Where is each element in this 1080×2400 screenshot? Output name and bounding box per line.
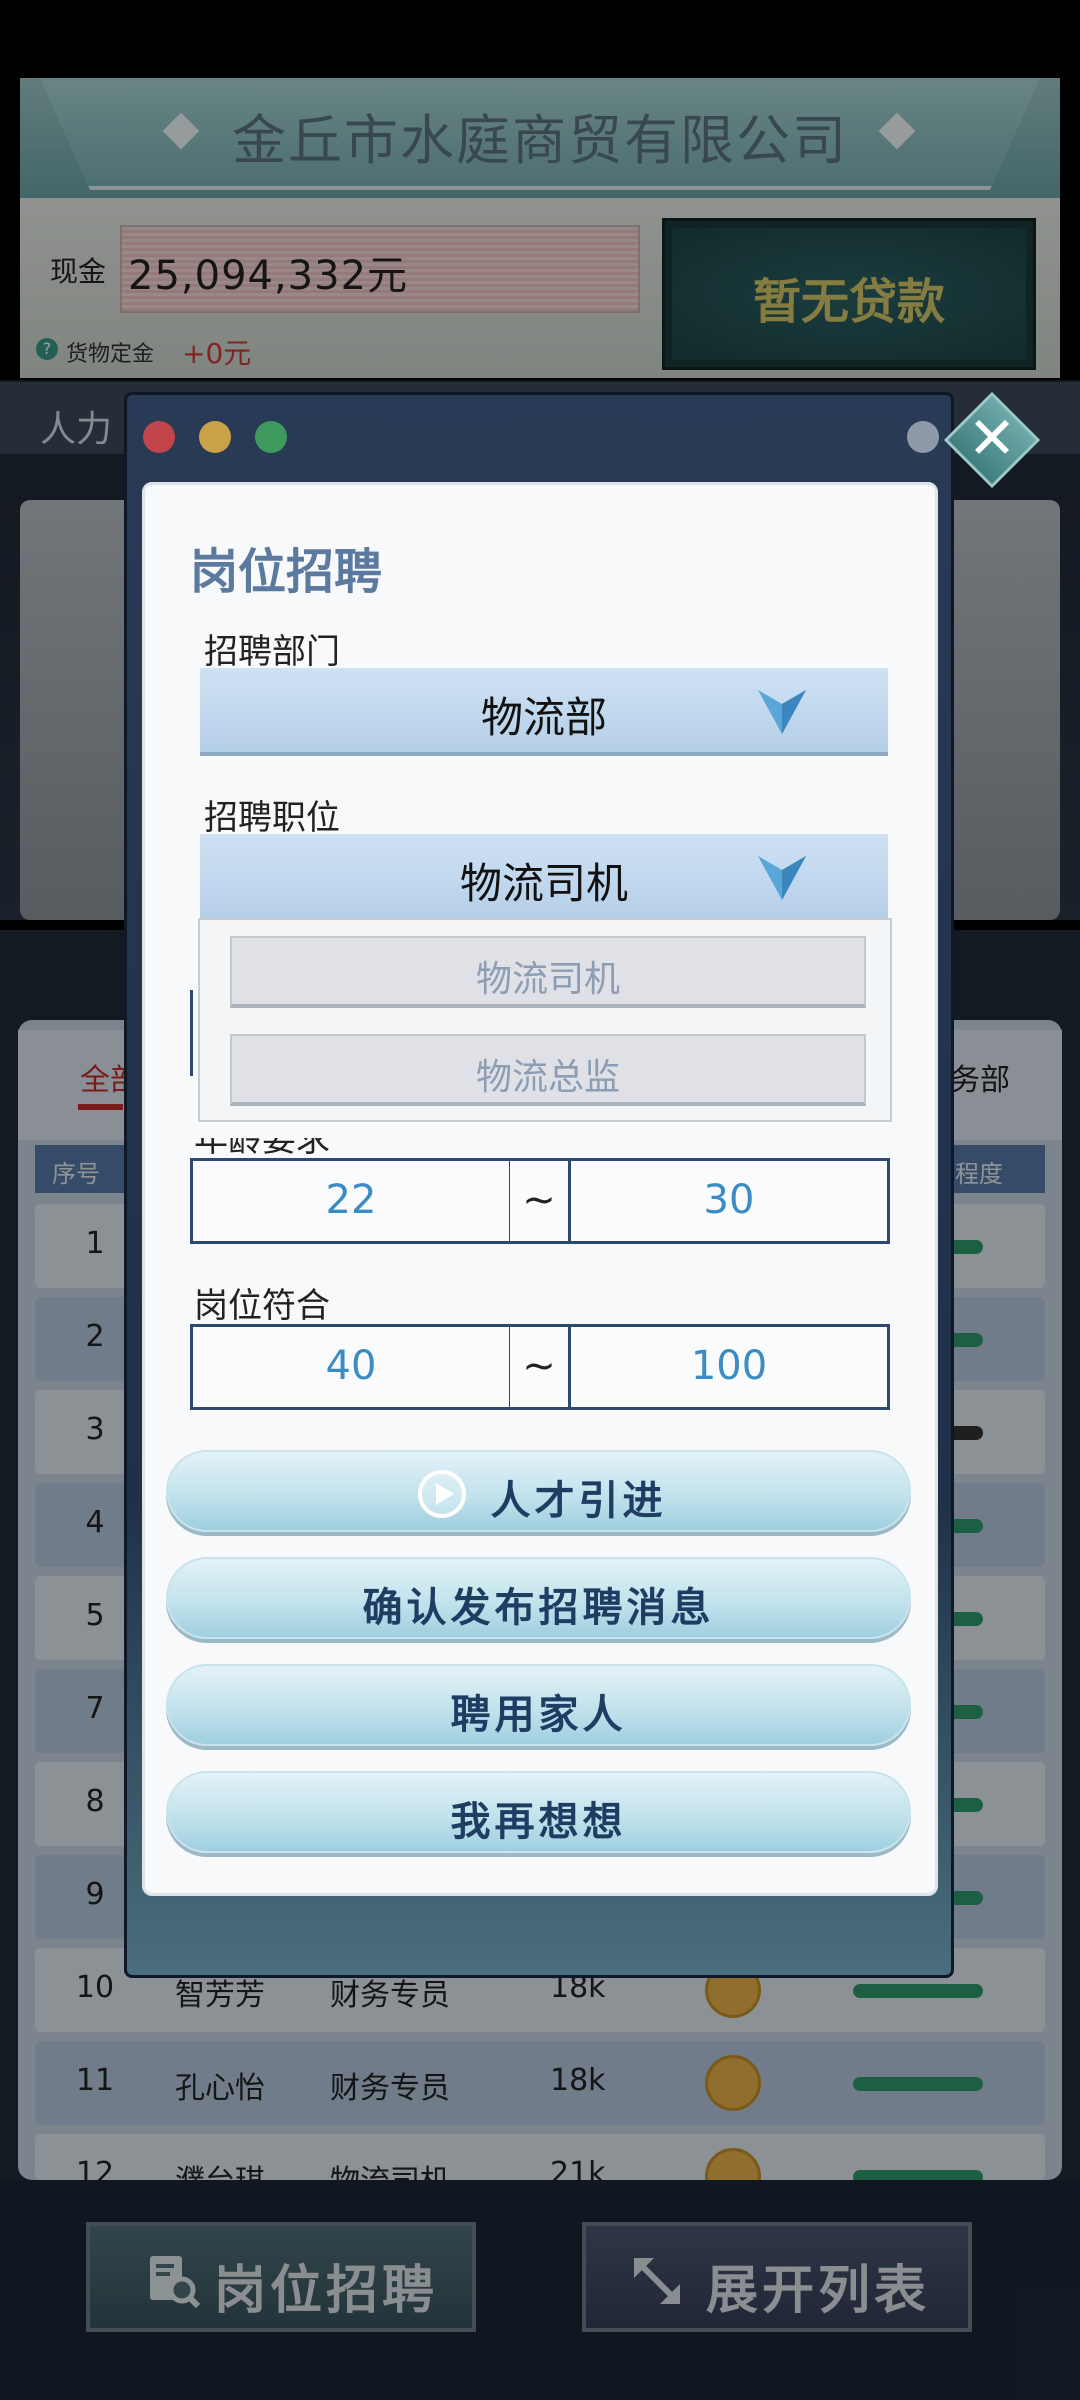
close-icon: ✕	[967, 404, 1017, 472]
match-max-input[interactable]: 100	[568, 1324, 890, 1410]
chevron-down-icon	[758, 856, 806, 900]
grey-dot-icon	[907, 421, 939, 453]
green-dot-icon	[255, 421, 287, 453]
match-min-value: 40	[325, 1343, 377, 1389]
dropdown-option[interactable]: 物流司机	[230, 936, 866, 1008]
age-separator: ~	[510, 1158, 570, 1244]
match-min-input[interactable]: 40	[190, 1324, 512, 1410]
talent-button-label: 人才引进	[490, 1478, 667, 1524]
match-max-value: 100	[690, 1343, 768, 1389]
cancel-button-label: 我再想想	[450, 1799, 627, 1845]
hidden-field-edge	[190, 990, 198, 1076]
position-label: 招聘职位	[204, 798, 340, 838]
age-min-value: 22	[325, 1177, 377, 1223]
red-dot-icon	[143, 421, 175, 453]
dropdown-option-label: 物流司机	[475, 959, 620, 1000]
tilde: ~	[522, 1177, 556, 1223]
dropdown-option[interactable]: 物流总监	[230, 1034, 866, 1106]
tilde: ~	[522, 1343, 556, 1389]
position-select[interactable]: 物流司机	[200, 834, 888, 922]
hire-family-button-label: 聘用家人	[450, 1692, 627, 1738]
dept-label: 招聘部门	[204, 632, 340, 672]
chevron-down-icon	[758, 690, 806, 734]
match-label: 岗位符合	[194, 1286, 330, 1326]
match-separator: ~	[510, 1324, 570, 1410]
age-max-value: 30	[703, 1177, 755, 1223]
dept-select[interactable]: 物流部	[200, 668, 888, 756]
close-button[interactable]: ✕	[943, 391, 1041, 489]
age-max-input[interactable]: 30	[568, 1158, 890, 1244]
publish-button[interactable]: 确认发布招聘消息	[166, 1557, 911, 1639]
age-min-input[interactable]: 22	[190, 1158, 512, 1244]
talent-button[interactable]: 人才引进	[166, 1450, 911, 1532]
cancel-button[interactable]: 我再想想	[166, 1771, 911, 1853]
dialog-title: 岗位招聘	[190, 544, 383, 600]
yellow-dot-icon	[199, 421, 231, 453]
dropdown-option-label: 物流总监	[475, 1057, 620, 1098]
publish-button-label: 确认发布招聘消息	[362, 1585, 715, 1631]
hire-family-button[interactable]: 聘用家人	[166, 1664, 911, 1746]
